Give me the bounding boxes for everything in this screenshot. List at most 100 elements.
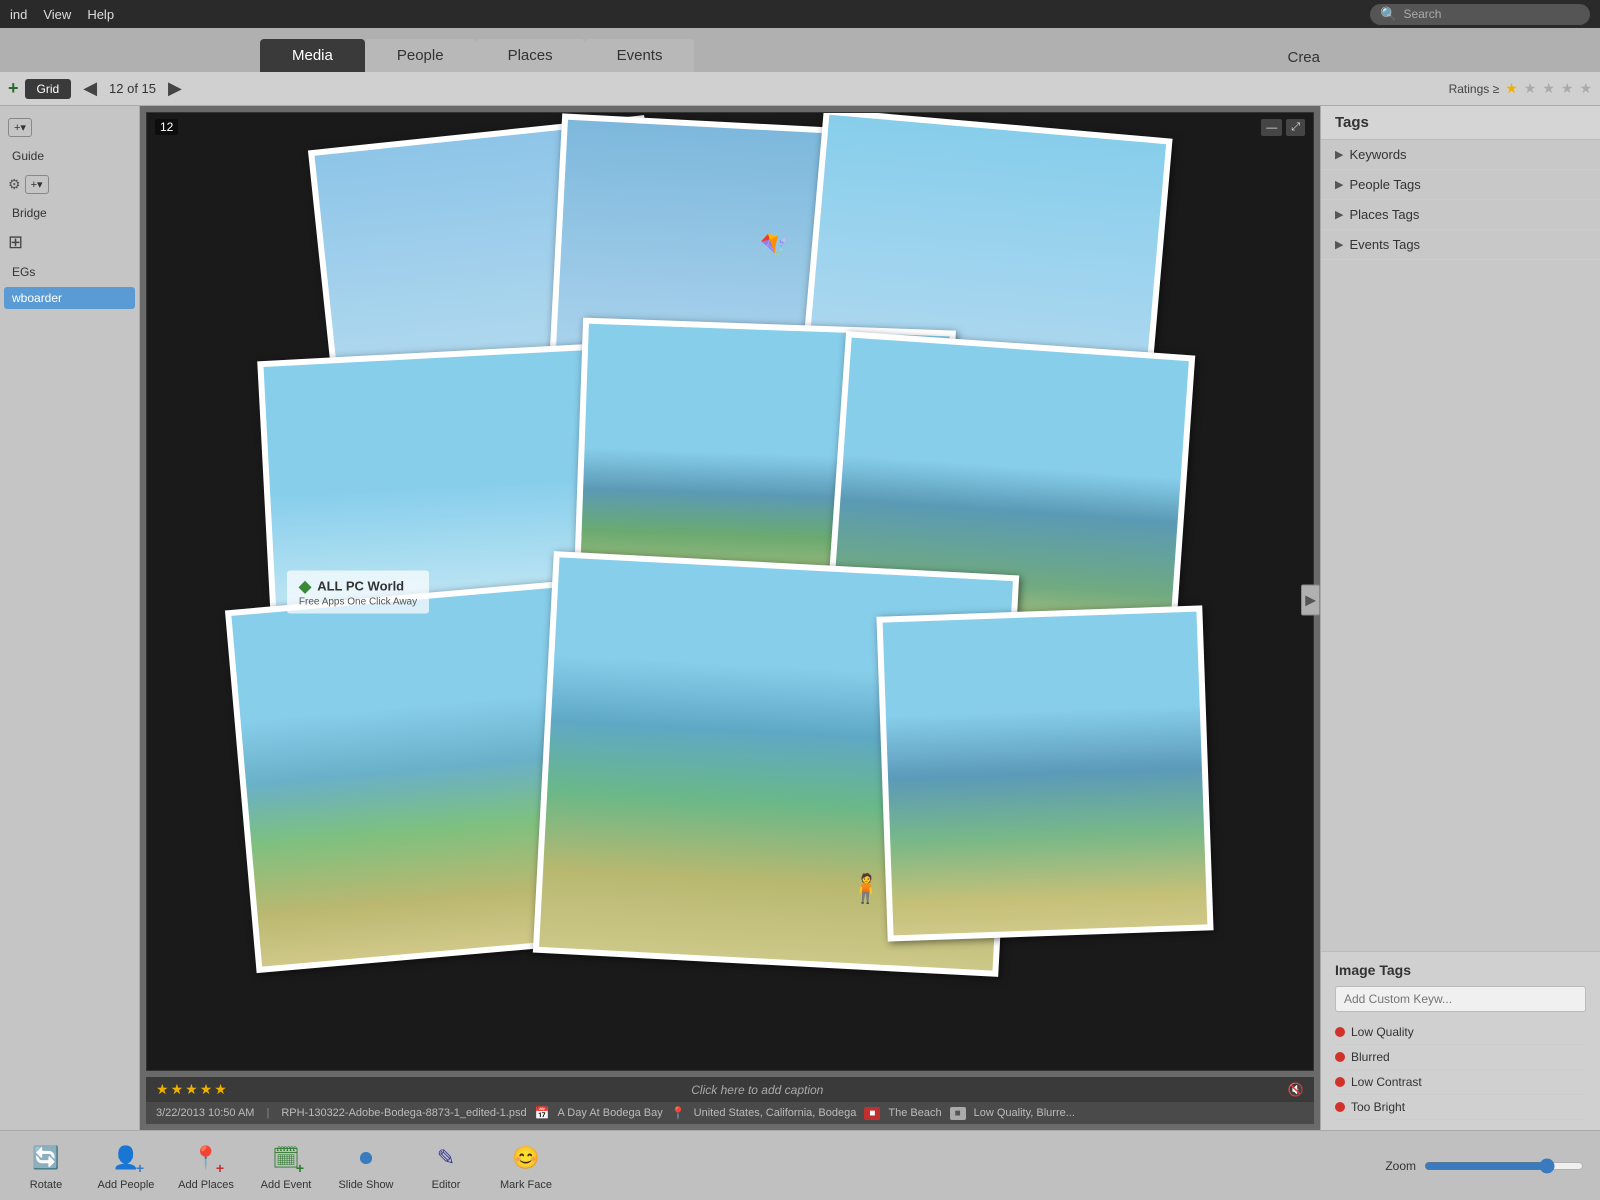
- sidebar-item-guide[interactable]: Guide: [4, 145, 135, 167]
- editor-icon: ✎: [428, 1140, 464, 1176]
- star-2: ★: [171, 1081, 184, 1098]
- events-tags-arrow: ▶: [1335, 238, 1343, 251]
- tag-low-quality-label: Low Quality: [1351, 1025, 1414, 1039]
- pin-icon: 📍: [671, 1106, 686, 1120]
- keywords-label: Keywords: [1349, 147, 1406, 162]
- calendar-icon: 📅: [535, 1106, 550, 1120]
- tag-text: The Beach: [888, 1107, 941, 1119]
- mark-face-tool[interactable]: 😊 Mark Face: [496, 1140, 556, 1191]
- star-1: ★: [156, 1081, 169, 1098]
- editor-tool[interactable]: ✎ Editor: [416, 1140, 476, 1191]
- tab-media[interactable]: Media: [260, 39, 365, 72]
- events-tags-item[interactable]: ▶ Events Tags: [1321, 230, 1600, 260]
- star-4: ★: [200, 1081, 213, 1098]
- tag-dot-1: [1335, 1027, 1345, 1037]
- watermark-sub: Free Apps One Click Away: [299, 596, 417, 607]
- ratings-label: Ratings ≥: [1449, 82, 1500, 96]
- add-people-tool[interactable]: 👤 + Add People: [96, 1140, 156, 1191]
- add-people-icon: 👤 +: [108, 1140, 144, 1176]
- image-tag-too-bright: Too Bright: [1335, 1095, 1586, 1120]
- add-event-tool[interactable]: 🗓 + Add Event: [256, 1140, 316, 1191]
- tags-header: Tags: [1321, 106, 1600, 140]
- image-viewer: 🪁: [146, 112, 1314, 1071]
- mark-face-label: Mark Face: [500, 1179, 552, 1191]
- zoom-label: Zoom: [1385, 1159, 1416, 1173]
- menu-bar: ind View Help 🔍: [0, 0, 1600, 28]
- sidebar-add-btn2[interactable]: +▾: [25, 175, 49, 194]
- star-3: ★: [185, 1081, 198, 1098]
- filename-text: RPH-130322-Adobe-Bodega-8873-1_edited-1.…: [281, 1107, 526, 1119]
- search-box: 🔍: [1370, 4, 1590, 25]
- sidebar-item-wboarder[interactable]: wboarder: [4, 287, 135, 309]
- tag-low-contrast-label: Low Contrast: [1351, 1075, 1422, 1089]
- rating-stars: ★ ★ ★ ★ ★: [156, 1081, 227, 1098]
- search-input[interactable]: [1403, 7, 1573, 21]
- viewer-expand-btn[interactable]: ⤢: [1286, 119, 1305, 136]
- people-tags-label: People Tags: [1349, 177, 1420, 192]
- add-event-label: Add Event: [261, 1179, 312, 1191]
- star-empty-3: ★: [1542, 80, 1555, 97]
- people-tags-arrow: ▶: [1335, 178, 1343, 191]
- watermark-logo: ◆ ALL PC World: [299, 576, 417, 596]
- add-button[interactable]: +: [8, 78, 19, 99]
- viewer-controls: — ⤢: [1261, 119, 1305, 136]
- menu-item-view[interactable]: View: [43, 7, 71, 22]
- add-places-tool[interactable]: 📍 + Add Places: [176, 1140, 236, 1191]
- add-places-label: Add Places: [178, 1179, 234, 1191]
- sidebar-item-egs[interactable]: EGs: [4, 261, 135, 283]
- image-info-bar: ★ ★ ★ ★ ★ Click here to add caption 🔇: [146, 1077, 1314, 1102]
- add-event-icon: 🗓 +: [268, 1140, 304, 1176]
- places-tags-arrow: ▶: [1335, 208, 1343, 221]
- main-content: +▾ Guide ⚙ +▾ Bridge ⊞ EGs wboarder: [0, 106, 1600, 1130]
- prev-button[interactable]: ◀: [77, 78, 103, 99]
- extra-tags-text: Low Quality, Blurre...: [974, 1107, 1075, 1119]
- tab-events[interactable]: Events: [585, 39, 695, 72]
- photo-collage: 🪁: [147, 113, 1313, 1070]
- people-tags-item[interactable]: ▶ People Tags: [1321, 170, 1600, 200]
- menu-item-ind[interactable]: ind: [10, 7, 27, 22]
- sub-toolbar: + Grid ◀ 12 of 15 ▶ Ratings ≥ ★ ★ ★ ★ ★: [0, 72, 1600, 106]
- sidebar-item-bridge[interactable]: Bridge: [4, 202, 135, 224]
- star-filled-1: ★: [1505, 80, 1518, 97]
- zoom-slider[interactable]: [1424, 1158, 1584, 1174]
- speaker-icon: 🔇: [1288, 1082, 1304, 1098]
- add-places-icon: 📍 +: [188, 1140, 224, 1176]
- mark-face-icon: 😊: [508, 1140, 544, 1176]
- image-counter: 12 of 15: [109, 81, 156, 96]
- datetime-text: 3/22/2013 10:50 AM: [156, 1107, 254, 1119]
- rotate-icon: 🔄: [28, 1140, 64, 1176]
- viewer-minimize-btn[interactable]: —: [1261, 119, 1282, 136]
- photo-number: 12: [155, 119, 178, 135]
- right-panel: Tags ▶ Keywords ▶ People Tags ▶ Places T…: [1320, 106, 1600, 1130]
- places-tags-item[interactable]: ▶ Places Tags: [1321, 200, 1600, 230]
- image-caption[interactable]: Click here to add caption: [233, 1083, 1282, 1097]
- tab-places[interactable]: Places: [476, 39, 585, 72]
- tab-people[interactable]: People: [365, 39, 476, 72]
- menu-item-help[interactable]: Help: [87, 7, 114, 22]
- sidebar-icon-row: ⚙ +▾: [4, 171, 135, 198]
- image-tags-section: Image Tags Low Quality Blurred Low Contr…: [1321, 951, 1600, 1130]
- left-sidebar: +▾ Guide ⚙ +▾ Bridge ⊞ EGs wboarder: [0, 106, 140, 1130]
- keywords-arrow: ▶: [1335, 148, 1343, 161]
- panel-expander[interactable]: ▶: [1301, 585, 1320, 616]
- sidebar-add-row: +▾: [4, 114, 135, 141]
- slideshow-label: Slide Show: [338, 1179, 393, 1191]
- keywords-tag-item[interactable]: ▶ Keywords: [1321, 140, 1600, 170]
- next-button[interactable]: ▶: [162, 78, 188, 99]
- tab-create[interactable]: Crea: [1287, 49, 1320, 66]
- settings-icon: ⚙: [8, 176, 21, 193]
- slideshow-icon: ⏺: [348, 1140, 384, 1176]
- sidebar-add-btn[interactable]: +▾: [8, 118, 32, 137]
- meta-bar: 3/22/2013 10:50 AM | RPH-130322-Adobe-Bo…: [146, 1102, 1314, 1124]
- tag-dot-4: [1335, 1102, 1345, 1112]
- tag-blurred-label: Blurred: [1351, 1050, 1390, 1064]
- place-text: United States, California, Bodega: [694, 1107, 857, 1119]
- watermark: ◆ ALL PC World Free Apps One Click Away: [287, 570, 429, 613]
- grid-button[interactable]: Grid: [25, 79, 72, 99]
- rotate-tool[interactable]: 🔄 Rotate: [16, 1140, 76, 1191]
- slideshow-tool[interactable]: ⏺ Slide Show: [336, 1140, 396, 1191]
- rotate-label: Rotate: [30, 1179, 62, 1191]
- keyword-input[interactable]: [1335, 986, 1586, 1012]
- search-icon: 🔍: [1380, 6, 1397, 23]
- center-area: 🪁: [140, 106, 1320, 1130]
